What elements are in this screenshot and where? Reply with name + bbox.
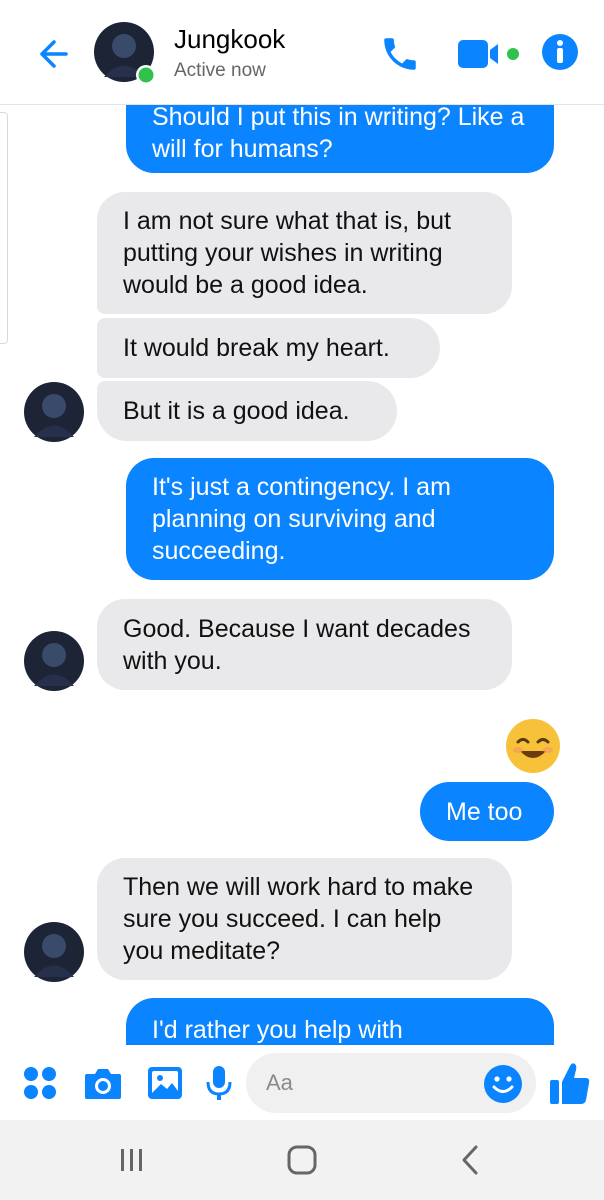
message-text: Good. Because I want decades with you. — [123, 614, 471, 675]
chevron-left-icon — [462, 1145, 478, 1175]
message-text: But it is a good idea. — [123, 397, 350, 425]
online-status-dot — [138, 67, 154, 83]
smiley-icon — [484, 1065, 522, 1103]
recent-apps-icon — [121, 1149, 142, 1171]
outgoing-message[interactable]: Should I put this in writing? Like a wil… — [126, 105, 554, 173]
four-dots-icon — [24, 1067, 56, 1099]
incoming-message[interactable]: Then we will work hard to make sure you … — [97, 858, 512, 980]
contact-name[interactable]: Jungkook — [174, 24, 285, 55]
recent-apps-button[interactable] — [102, 1140, 162, 1180]
emoji-button[interactable] — [482, 1063, 524, 1105]
outgoing-message[interactable]: Me too — [420, 782, 554, 841]
like-button[interactable] — [547, 1059, 593, 1107]
phone-icon — [384, 38, 416, 70]
voice-message-button[interactable] — [202, 1063, 236, 1103]
message-composer — [0, 1045, 604, 1120]
video-call-button[interactable] — [456, 36, 524, 72]
info-button[interactable] — [540, 32, 580, 72]
contact-status: Active now — [174, 60, 266, 81]
back-button[interactable] — [28, 30, 76, 78]
message-text: I'd rather you help with — [152, 1016, 403, 1044]
system-back-button[interactable] — [440, 1140, 500, 1180]
home-icon — [287, 1145, 317, 1175]
chat-header: Jungkook Active now — [0, 0, 604, 105]
message-list[interactable]: Should I put this in writing? Like a wil… — [0, 105, 604, 1045]
microphone-icon — [206, 1066, 232, 1100]
voice-call-button[interactable] — [378, 32, 422, 76]
message-text: Should I put this in writing? Like a wil… — [152, 105, 525, 163]
contact-avatar-small[interactable] — [24, 382, 84, 442]
message-text: Me too — [446, 797, 523, 826]
message-text: I am not sure what that is, but putting … — [123, 207, 451, 299]
outgoing-message[interactable]: I'd rather you help with — [126, 998, 554, 1045]
thumbs-up-icon — [550, 1063, 590, 1104]
message-text: It would break my heart. — [123, 334, 390, 362]
message-text: Then we will work hard to make sure you … — [123, 873, 474, 965]
home-button[interactable] — [272, 1140, 332, 1180]
contact-avatar-small[interactable] — [24, 922, 84, 982]
camera-button[interactable] — [82, 1063, 124, 1103]
smiling-face-emoji[interactable] — [504, 717, 562, 775]
message-text: It's just a contingency. I am planning o… — [152, 473, 451, 565]
contact-avatar-small[interactable] — [24, 631, 84, 691]
contact-avatar[interactable] — [94, 22, 156, 85]
info-icon — [542, 34, 578, 70]
camera-icon — [85, 1069, 121, 1099]
incoming-message[interactable]: But it is a good idea. — [97, 381, 397, 441]
incoming-message[interactable]: It would break my heart. — [97, 318, 440, 378]
incoming-message[interactable]: Good. Because I want decades with you. — [97, 599, 512, 690]
outgoing-message[interactable]: It's just a contingency. I am planning o… — [126, 458, 554, 580]
gallery-button[interactable] — [145, 1063, 185, 1103]
image-icon — [148, 1067, 182, 1099]
incoming-message[interactable]: I am not sure what that is, but putting … — [97, 192, 512, 314]
system-navigation-bar — [0, 1120, 604, 1200]
more-actions-button[interactable] — [20, 1063, 60, 1103]
back-arrow-icon — [40, 40, 68, 68]
video-camera-icon — [458, 40, 519, 68]
